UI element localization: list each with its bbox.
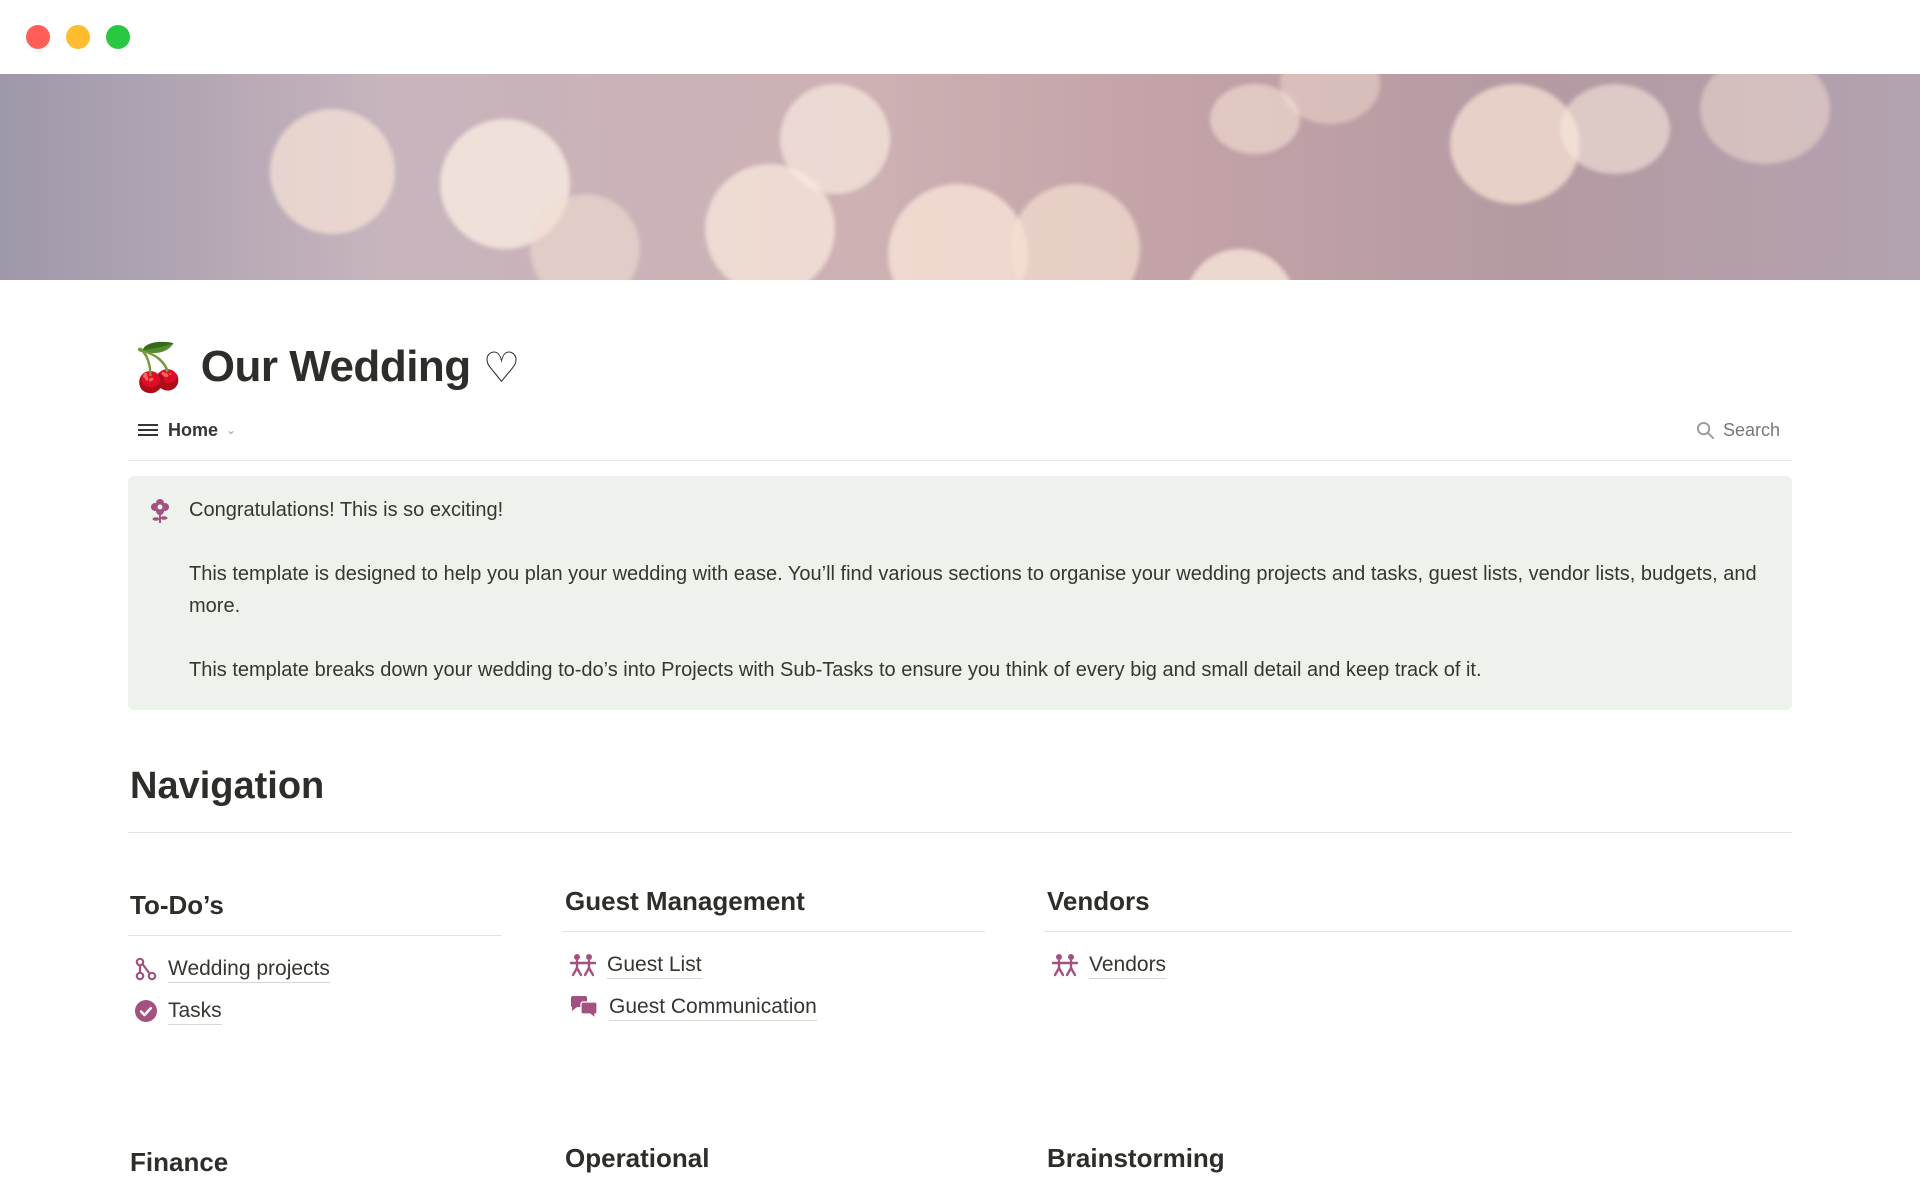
search-label: Search (1722, 419, 1780, 440)
chat-bubbles-icon (571, 996, 598, 1019)
project-nodes-icon (135, 957, 157, 981)
guest-management-section: Guest Management Guest List Guest Commun… (562, 886, 985, 1028)
callout-line-3: This template breaks down your wedding t… (189, 659, 1482, 681)
window-titlebar (0, 0, 1920, 74)
search-icon (1696, 421, 1715, 439)
todos-title: To-Do’s (130, 890, 224, 920)
cover-image (0, 74, 1920, 280)
link-label: Guest List (607, 952, 702, 979)
link-label: Tasks (168, 998, 222, 1025)
people-icon (569, 954, 597, 977)
welcome-callout: Congratulations! This is so exciting! Th… (128, 476, 1792, 710)
vendors-title: Vendors (1047, 886, 1150, 916)
guest-management-title: Guest Management (565, 886, 805, 916)
link-tasks[interactable]: Tasks (134, 990, 502, 1032)
list-icon (138, 422, 158, 438)
link-guest-communication[interactable]: Guest Communication (569, 986, 985, 1028)
view-tab-home[interactable]: Home ⌄ (138, 412, 236, 448)
chevron-down-icon: ⌄ (226, 423, 237, 437)
navigation-heading: Navigation (130, 765, 325, 807)
view-bar: Home ⌄ Search (128, 412, 1792, 461)
heart-icon: ♡ (482, 343, 521, 391)
people-icon (1051, 954, 1079, 977)
link-wedding-projects[interactable]: Wedding projects (134, 948, 502, 990)
check-circle-icon (135, 1000, 157, 1022)
cherry-icon: 🍒 (130, 341, 187, 393)
maximize-window-button[interactable] (106, 25, 130, 49)
link-vendors[interactable]: Vendors (1051, 944, 1792, 986)
close-window-button[interactable] (26, 25, 50, 49)
link-label: Vendors (1089, 952, 1167, 979)
operational-title: Operational (565, 1143, 710, 1173)
minimize-window-button[interactable] (66, 25, 90, 49)
page-title: 🍒 Our Wedding ♡ (130, 342, 520, 392)
callout-line-1: Congratulations! This is so exciting! (189, 499, 504, 521)
view-tab-label: Home (168, 419, 219, 440)
flower-icon (150, 498, 170, 529)
brainstorming-title: Brainstorming (1047, 1143, 1225, 1173)
divider (1044, 931, 1792, 932)
divider (562, 931, 985, 932)
finance-title: Finance (130, 1147, 229, 1177)
search-button[interactable]: Search (1696, 412, 1780, 448)
callout-line-2: This template is designed to help you pl… (189, 563, 1757, 617)
todos-section: To-Do’s Wedding projects Tasks (128, 890, 502, 1032)
divider (128, 935, 502, 936)
page-title-text: Our Wedding (200, 342, 471, 391)
link-guest-list[interactable]: Guest List (569, 944, 985, 986)
link-label: Wedding projects (168, 956, 330, 983)
link-label: Guest Communication (609, 994, 817, 1021)
divider (128, 832, 1792, 833)
vendors-section: Vendors Vendors (1044, 886, 1792, 986)
